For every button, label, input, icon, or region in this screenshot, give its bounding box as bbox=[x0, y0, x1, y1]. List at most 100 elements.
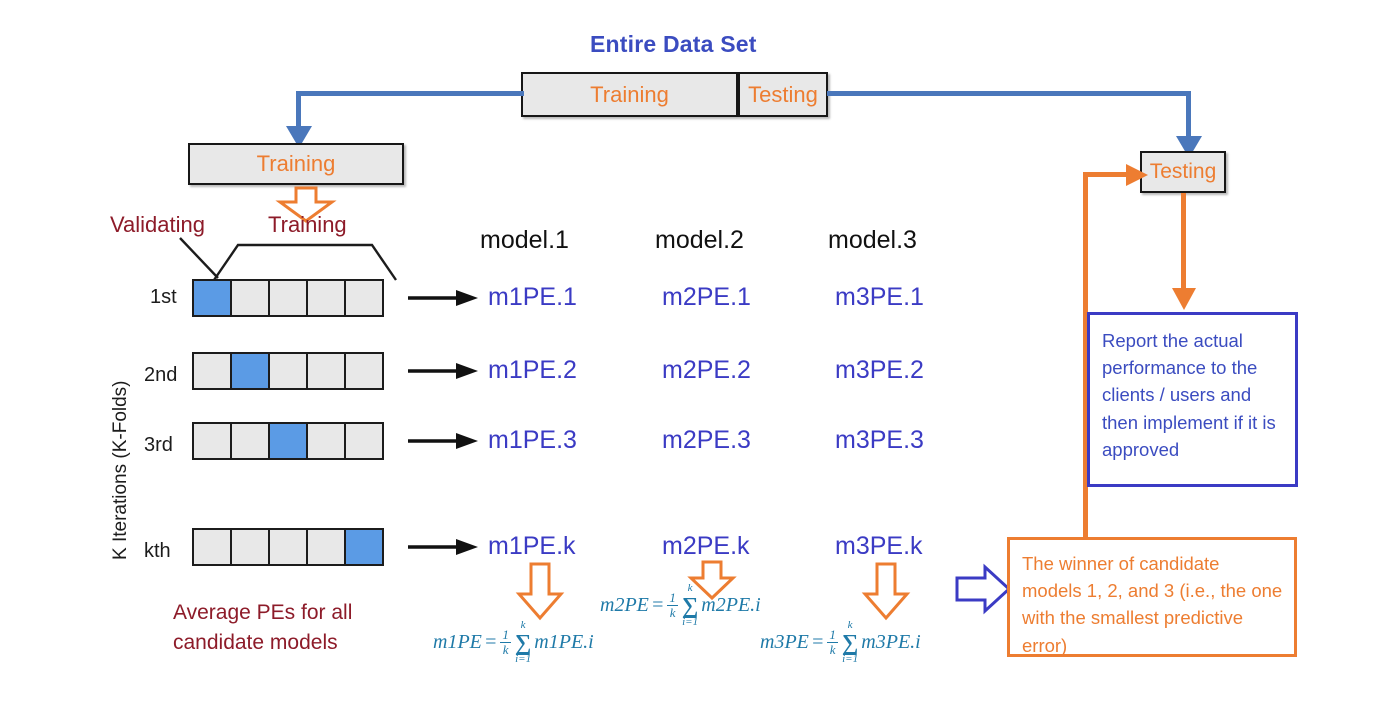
pe-value: m1PE.3 bbox=[488, 426, 577, 454]
entire-testing-label: Testing bbox=[748, 81, 818, 107]
formula-eq: = bbox=[650, 594, 665, 616]
avg-down-block-arrow-icon-1 bbox=[515, 562, 565, 621]
fold-cell-training bbox=[192, 528, 232, 566]
formula-lhs: m2PE bbox=[600, 594, 649, 616]
formula-frac-num: 1 bbox=[500, 627, 511, 643]
fold-label-1: 1st bbox=[150, 286, 177, 308]
avg-down-block-arrow-icon-3 bbox=[861, 562, 911, 621]
fold-cell-training bbox=[268, 279, 308, 317]
formula-term: m3PE.i bbox=[861, 631, 921, 653]
fold-label-2: 2nd bbox=[144, 364, 178, 386]
report-box-text: Report the actual performance to the cli… bbox=[1102, 330, 1276, 460]
fold-cell-validation bbox=[268, 422, 308, 460]
formula-summation: k ∑ i=1 bbox=[842, 620, 858, 665]
formula-summation: k ∑ i=1 bbox=[515, 620, 531, 665]
winner-to-testing-arrowhead bbox=[1126, 164, 1148, 186]
pe-value: m2PE.3 bbox=[662, 426, 751, 454]
pe-value: m3PE.3 bbox=[835, 426, 924, 454]
formula-sum-bottom: i=1 bbox=[842, 653, 859, 665]
fold-cell-training bbox=[230, 528, 270, 566]
entire-testing-box: Testing bbox=[738, 72, 828, 117]
pe-value: m2PE.k bbox=[662, 532, 750, 560]
summation-sigma-icon: ∑ bbox=[681, 593, 699, 618]
formula-model-2: m2PE = 1 k k ∑ i=1 m2PE.i bbox=[600, 583, 761, 628]
average-pes-note: Average PEs for all candidate models bbox=[173, 601, 353, 655]
formula-frac-den: k bbox=[669, 605, 676, 620]
model-header-1: model.1 bbox=[480, 226, 569, 254]
summation-sigma-icon: ∑ bbox=[841, 630, 859, 655]
pe-value: m2PE.2 bbox=[662, 356, 751, 384]
fold-cell-training bbox=[306, 279, 346, 317]
fold-cell-training bbox=[230, 279, 270, 317]
fold-cell-validation bbox=[344, 528, 384, 566]
fold-cell-training bbox=[306, 422, 346, 460]
fold-cell-training bbox=[192, 422, 232, 460]
fold-cell-training bbox=[192, 352, 232, 390]
pe-value: m2PE.1 bbox=[662, 283, 751, 311]
model-header-3: model.3 bbox=[828, 226, 917, 254]
fold-cell-validation bbox=[230, 352, 270, 390]
final-testing-label: Testing bbox=[1149, 160, 1217, 183]
formula-sum-bottom: i=1 bbox=[515, 653, 532, 665]
connector-right-vertical bbox=[1186, 91, 1191, 141]
fold-arrow-2 bbox=[408, 363, 478, 379]
fold-cell-training bbox=[268, 352, 308, 390]
formula-eq: = bbox=[810, 631, 825, 653]
training-span-bracket bbox=[213, 243, 397, 281]
formula-term: m2PE.i bbox=[701, 594, 761, 616]
pe-value: m1PE.2 bbox=[488, 356, 577, 384]
formula-frac-den: k bbox=[829, 642, 836, 657]
formula-lhs: m1PE bbox=[433, 631, 482, 653]
fold-row-1 bbox=[192, 279, 384, 317]
final-testing-box: Testing bbox=[1140, 151, 1226, 193]
connector-left-horizontal bbox=[296, 91, 524, 96]
formula-summation: k ∑ i=1 bbox=[682, 583, 698, 628]
formula-frac-num: 1 bbox=[667, 590, 678, 606]
entire-training-label: Training bbox=[590, 81, 669, 107]
testing-to-report-line bbox=[1181, 193, 1186, 293]
winner-box-text: The winner of candidate models 1, 2, and… bbox=[1022, 553, 1283, 656]
fold-cell-training bbox=[306, 352, 346, 390]
fold-arrow-3 bbox=[408, 433, 478, 449]
validating-label: Validating bbox=[110, 212, 205, 237]
formula-eq: = bbox=[483, 631, 498, 653]
pe-value: m1PE.k bbox=[488, 532, 576, 560]
fold-arrow-k bbox=[408, 539, 478, 555]
pe-value: m3PE.1 bbox=[835, 283, 924, 311]
fold-cell-training bbox=[268, 528, 308, 566]
left-training-box: Training bbox=[188, 143, 404, 185]
model-header-2: model.2 bbox=[655, 226, 744, 254]
k-iterations-caption: K Iterations (K-Folds) bbox=[110, 380, 131, 561]
fold-row-k bbox=[192, 528, 384, 566]
formula-lhs: m3PE bbox=[760, 631, 809, 653]
report-box: Report the actual performance to the cli… bbox=[1087, 312, 1298, 487]
fold-row-2 bbox=[192, 352, 384, 390]
pe-value: m1PE.1 bbox=[488, 283, 577, 311]
formula-model-1: m1PE = 1 k k ∑ i=1 m1PE.i bbox=[433, 620, 594, 665]
winner-right-block-arrow-icon bbox=[955, 563, 1012, 615]
formula-frac-num: 1 bbox=[827, 627, 838, 643]
formula-fraction: 1 k bbox=[500, 628, 511, 656]
fold-label-k: kth bbox=[144, 540, 171, 562]
diagram-canvas: Entire Data Set Training Testing Trainin… bbox=[0, 0, 1393, 701]
formula-sum-bottom: i=1 bbox=[682, 616, 699, 628]
fold-label-3: 3rd bbox=[144, 434, 173, 456]
entire-training-box: Training bbox=[521, 72, 738, 117]
fold-row-3 bbox=[192, 422, 384, 460]
pe-value: m3PE.2 bbox=[835, 356, 924, 384]
fold-training-label: Training bbox=[268, 212, 347, 237]
diagram-title: Entire Data Set bbox=[590, 31, 757, 57]
fold-cell-training bbox=[230, 422, 270, 460]
fold-cell-validation bbox=[192, 279, 232, 317]
winner-box: The winner of candidate models 1, 2, and… bbox=[1007, 537, 1297, 657]
connector-left-vertical bbox=[296, 91, 301, 131]
formula-term: m1PE.i bbox=[534, 631, 594, 653]
fold-arrow-1 bbox=[408, 290, 478, 306]
summation-sigma-icon: ∑ bbox=[514, 630, 532, 655]
left-training-label: Training bbox=[256, 151, 336, 176]
formula-model-3: m3PE = 1 k k ∑ i=1 m3PE.i bbox=[760, 620, 921, 665]
connector-right-horizontal bbox=[827, 91, 1191, 96]
fold-cell-training bbox=[306, 528, 346, 566]
formula-fraction: 1 k bbox=[827, 628, 838, 656]
fold-cell-training bbox=[344, 352, 384, 390]
